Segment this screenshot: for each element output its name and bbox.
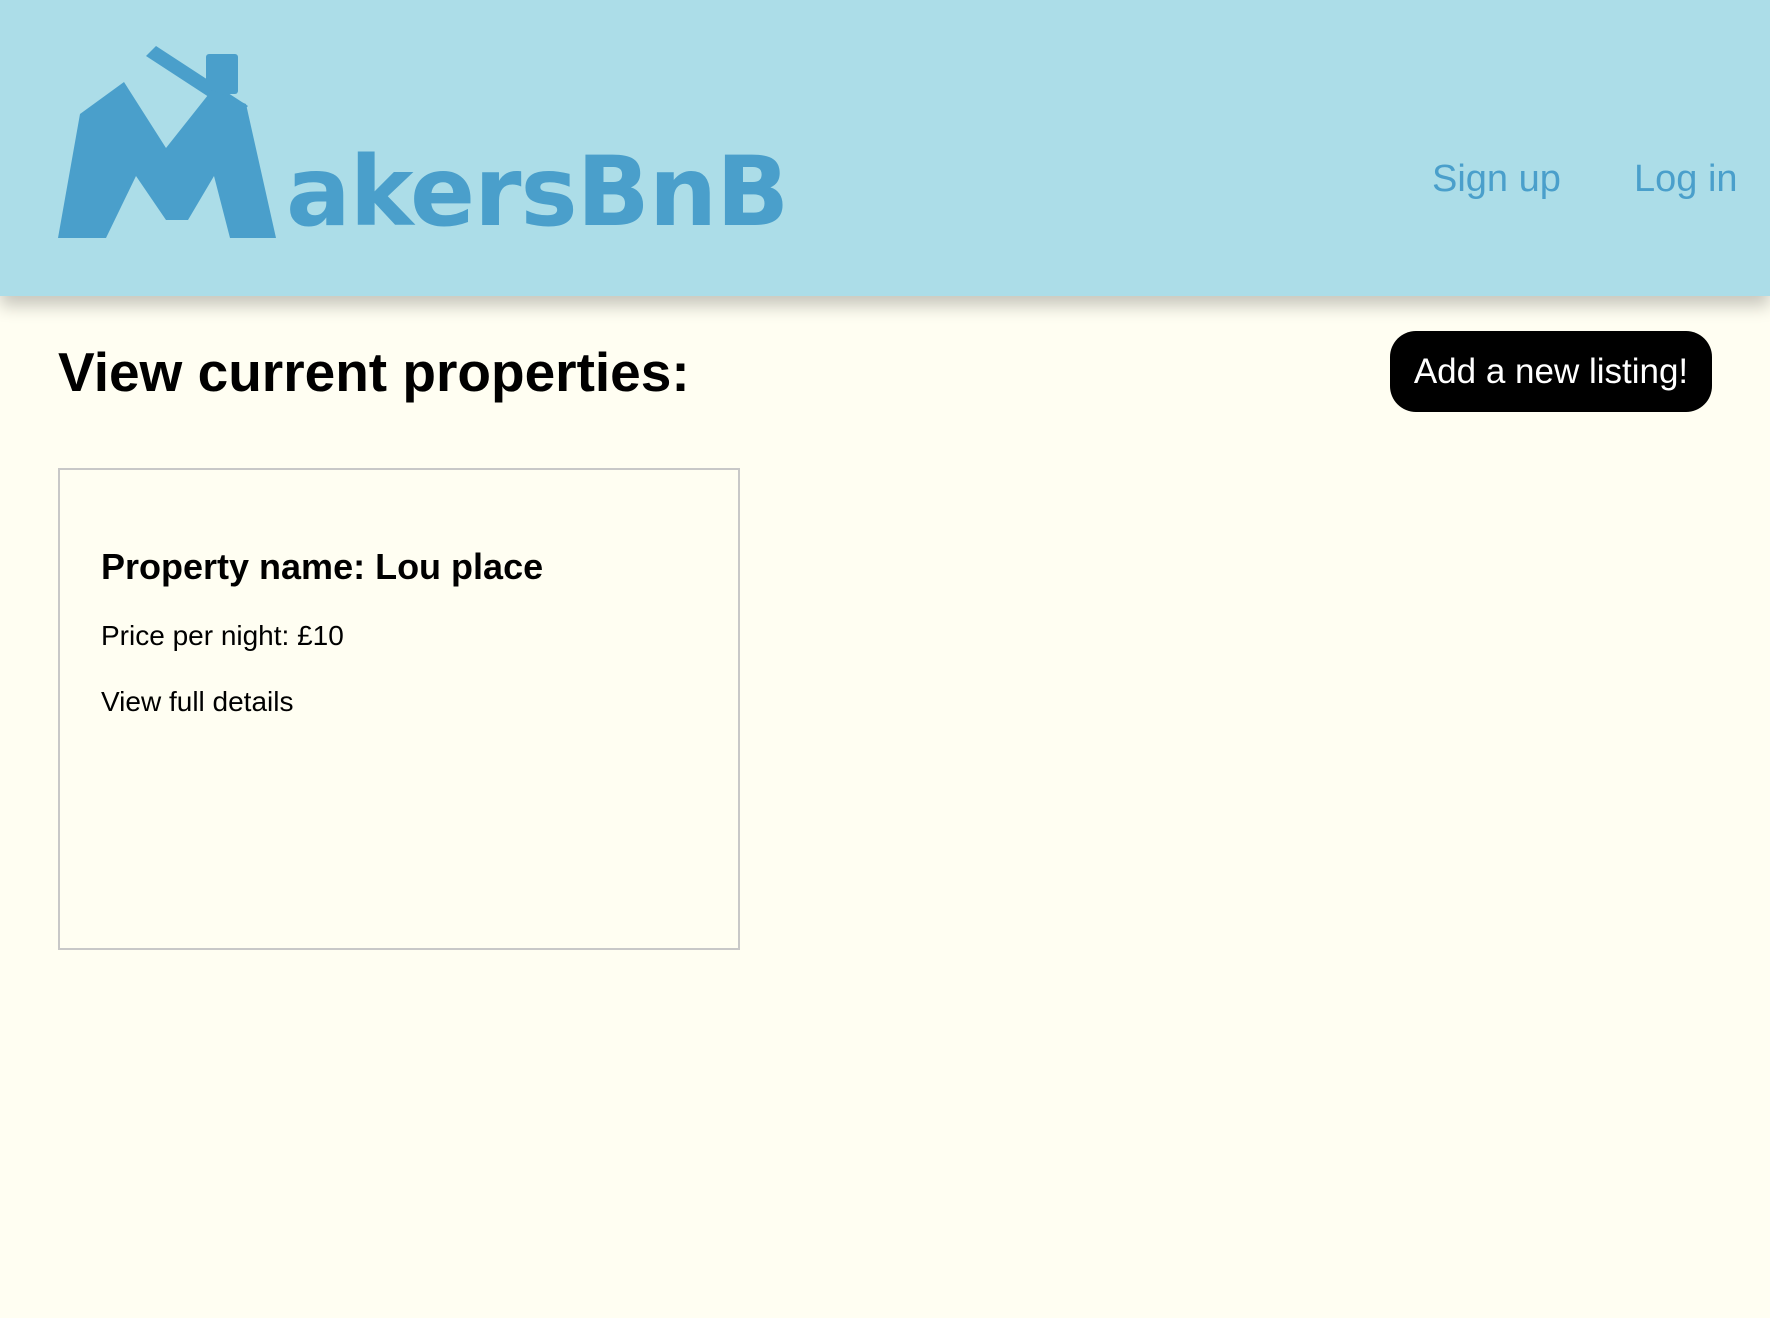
log-in-link[interactable]: Log in [1634,160,1738,198]
logo-text: akersBnB [286,136,789,248]
page-title: View current properties: [58,341,690,403]
add-listing-button[interactable]: Add a new listing! [1390,331,1712,412]
view-full-details-link[interactable]: View full details [101,686,293,718]
property-name: Property name: Lou place [101,546,544,587]
sign-up-link[interactable]: Sign up [1432,160,1561,198]
site-header: akersBnB Sign up Log in [0,0,1770,296]
makersbnb-logo[interactable]: akersBnB [52,44,792,244]
property-price: Price per night: £10 [101,620,344,651]
property-card: Property name: Lou place Price per night… [58,468,740,950]
house-m-icon [58,46,276,238]
